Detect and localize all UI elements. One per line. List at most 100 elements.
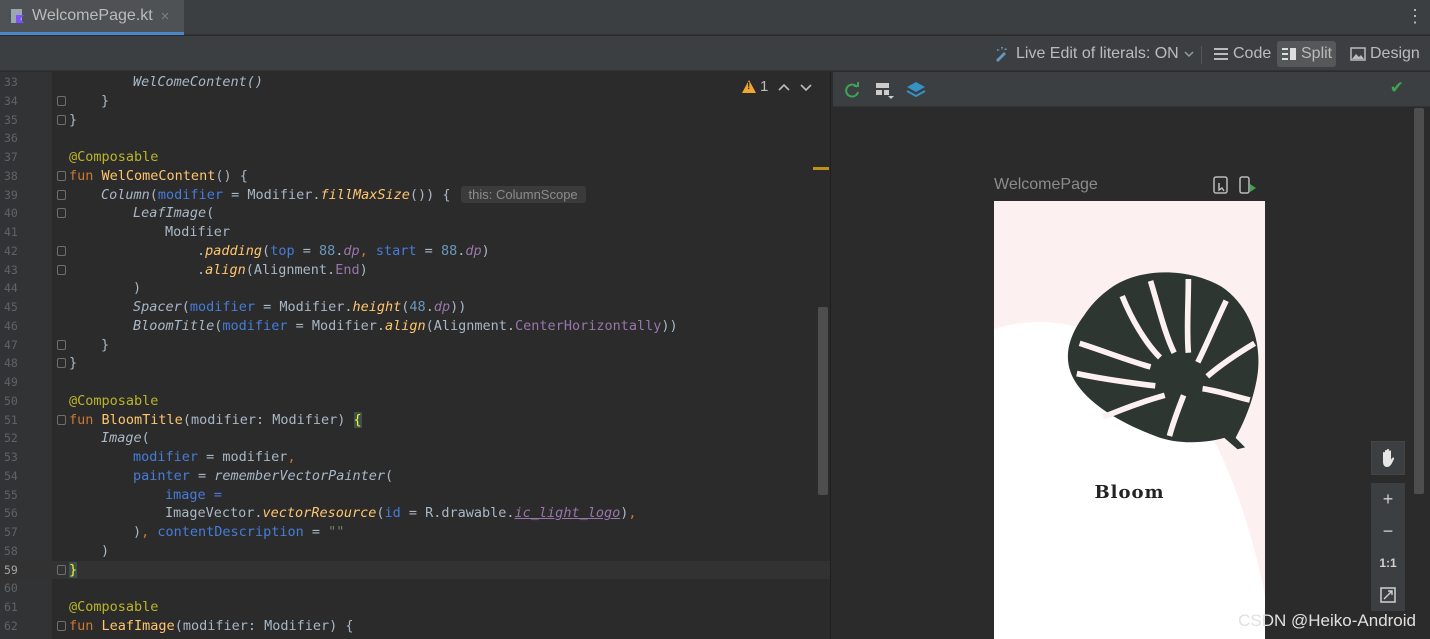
fold-marker-icon[interactable] bbox=[57, 358, 66, 369]
zoom-actual-size-button[interactable]: 1:1 bbox=[1371, 547, 1405, 579]
code-line-44[interactable]: 44) bbox=[0, 279, 830, 298]
code-line-48[interactable]: 48} bbox=[0, 354, 830, 373]
code-view-button[interactable]: Code bbox=[1209, 41, 1275, 67]
code-line-37[interactable]: 37 @Composable bbox=[0, 148, 830, 167]
code-line-41[interactable]: 41 Modifier bbox=[0, 223, 830, 242]
line-number: 50 bbox=[4, 393, 18, 408]
code-named-arg: modifier bbox=[133, 449, 199, 465]
fold-marker-icon[interactable] bbox=[57, 564, 66, 575]
code-line-60[interactable]: 60 bbox=[0, 579, 830, 598]
code-text: ) bbox=[101, 542, 110, 559]
bloom-title: Bloom bbox=[1094, 482, 1165, 503]
code-call: LeafImage bbox=[133, 205, 207, 222]
code-line-62[interactable]: 62 fun LeafImage(modifier: Modifier) { bbox=[0, 617, 830, 636]
code-line-47[interactable]: 47} bbox=[0, 336, 830, 355]
code-line-55[interactable]: 55 image = bbox=[0, 486, 830, 505]
line-number: 38 bbox=[4, 168, 18, 183]
fold-marker-icon[interactable] bbox=[57, 339, 66, 350]
refresh-icon[interactable] bbox=[842, 80, 862, 100]
code-text: @Composable bbox=[69, 392, 159, 409]
device-preview-frame[interactable]: Bloom bbox=[994, 201, 1265, 639]
chevron-up-icon[interactable] bbox=[778, 82, 790, 92]
zoom-controls: + − 1:1 bbox=[1371, 441, 1405, 611]
code-line-61[interactable]: 61 @Composable bbox=[0, 598, 830, 617]
tab-label: WelcomePage.kt bbox=[32, 7, 153, 24]
code-call: BloomTitle bbox=[133, 317, 215, 334]
code-line-50[interactable]: 50 @Composable bbox=[0, 392, 830, 411]
design-label: Design bbox=[1370, 45, 1420, 62]
fold-marker-icon[interactable] bbox=[57, 208, 66, 219]
code-editor[interactable]: 33 WelComeContent() 34} 35} 36 37 @Composa… bbox=[0, 72, 830, 639]
code-line-39[interactable]: 39 Column(modifier = Modifier.fillMaxSize… bbox=[0, 185, 830, 205]
layout-options-icon[interactable] bbox=[874, 80, 894, 100]
code-line-38[interactable]: 38 fun WelComeContent() { bbox=[0, 167, 830, 186]
code-text: ()) { bbox=[409, 186, 451, 203]
line-number: 34 bbox=[4, 93, 18, 108]
tab-welcomepage-kt[interactable]: WelcomePage.kt × bbox=[0, 0, 184, 35]
inspection-widget[interactable]: 1 bbox=[742, 78, 812, 95]
code-line-36[interactable]: 36 bbox=[0, 129, 830, 148]
fold-marker-icon[interactable] bbox=[57, 170, 66, 181]
line-number: 51 bbox=[4, 412, 18, 427]
code-text: (Alignment. bbox=[425, 317, 516, 334]
interactive-mode-icon[interactable] bbox=[1213, 176, 1229, 194]
line-number: 39 bbox=[4, 187, 18, 202]
code-line-54[interactable]: 54 painter = rememberVectorPainter( bbox=[0, 467, 830, 486]
design-view-button[interactable]: Design bbox=[1346, 41, 1424, 67]
code-text: } bbox=[69, 111, 78, 128]
code-line-49[interactable]: 49 bbox=[0, 373, 830, 392]
code-text: (Alignment. bbox=[245, 261, 336, 278]
code-line-42[interactable]: 42 .padding(top = 88.dp, start = 88.dp) bbox=[0, 242, 830, 261]
line-number: 44 bbox=[4, 281, 18, 296]
code-line-56[interactable]: 56 ImageVector.vectorResource(id = R.draw… bbox=[0, 504, 830, 523]
code-line-57[interactable]: 57), contentDescription = "" bbox=[0, 523, 830, 542]
code-line-53[interactable]: 53 modifier = modifier, bbox=[0, 448, 830, 467]
line-number: 54 bbox=[4, 468, 18, 483]
zoom-to-fit-icon[interactable] bbox=[1371, 579, 1405, 611]
fold-marker-icon[interactable] bbox=[57, 114, 66, 125]
code-line-33[interactable]: 33 WelComeContent() bbox=[0, 73, 830, 92]
line-number: 49 bbox=[4, 375, 18, 389]
fold-marker-icon[interactable] bbox=[57, 189, 66, 200]
fold-marker-icon[interactable] bbox=[57, 95, 66, 106]
more-vertical-icon[interactable]: ⋮ bbox=[1406, 6, 1424, 27]
fold-marker-icon[interactable] bbox=[57, 620, 66, 631]
split-view-button[interactable]: Split bbox=[1277, 41, 1337, 67]
chevron-down-icon bbox=[1184, 51, 1194, 58]
code-line-45[interactable]: 45 Spacer(modifier = Modifier.height(48.d… bbox=[0, 298, 830, 317]
zoom-out-button[interactable]: − bbox=[1371, 515, 1405, 547]
code-line-51[interactable]: 51 fun BloomTitle(modifier: Modifier) { bbox=[0, 411, 830, 430]
code-text: (modifier: Modifier) bbox=[182, 411, 354, 428]
chevron-down-icon[interactable] bbox=[800, 82, 812, 92]
code-line-35[interactable]: 35} bbox=[0, 111, 830, 130]
code-line-52[interactable]: 52 Image( bbox=[0, 429, 830, 448]
line-number: 60 bbox=[4, 581, 18, 596]
code-text: } bbox=[69, 355, 78, 372]
line-number: 37 bbox=[4, 150, 18, 164]
code-line-34[interactable]: 34} bbox=[0, 92, 830, 111]
warning-stripe-marker[interactable] bbox=[813, 167, 829, 170]
close-icon[interactable]: × bbox=[161, 8, 170, 25]
code-text: ( bbox=[206, 205, 215, 222]
preview-scrollbar[interactable] bbox=[1414, 108, 1424, 494]
zoom-in-button[interactable]: + bbox=[1371, 483, 1405, 515]
fold-marker-icon[interactable] bbox=[57, 245, 66, 256]
deploy-to-device-icon[interactable] bbox=[1239, 176, 1257, 194]
code-lines-icon bbox=[1214, 48, 1228, 60]
layers-icon[interactable] bbox=[906, 80, 926, 100]
code-line-43[interactable]: 43 .align(Alignment.End) bbox=[0, 261, 830, 280]
fold-marker-icon[interactable] bbox=[57, 264, 66, 275]
code-line-58[interactable]: 58) bbox=[0, 542, 830, 561]
code-line-40[interactable]: 40 LeafImage( bbox=[0, 204, 830, 223]
live-edit-dropdown[interactable]: Live Edit of literals: ON bbox=[990, 41, 1199, 67]
code-line-46[interactable]: 46 BloomTitle(modifier = Modifier.align(A… bbox=[0, 317, 830, 336]
code-call: Image bbox=[101, 430, 142, 447]
line-number: 42 bbox=[4, 243, 18, 258]
pan-hand-icon[interactable] bbox=[1371, 441, 1405, 475]
code-text: . bbox=[197, 242, 206, 259]
code-line-59[interactable]: 59} bbox=[0, 560, 830, 580]
editor-scrollbar[interactable] bbox=[818, 307, 828, 495]
fold-marker-icon[interactable] bbox=[57, 414, 66, 425]
monstera-leaf-icon bbox=[1067, 272, 1259, 450]
code-property: End bbox=[335, 261, 360, 278]
